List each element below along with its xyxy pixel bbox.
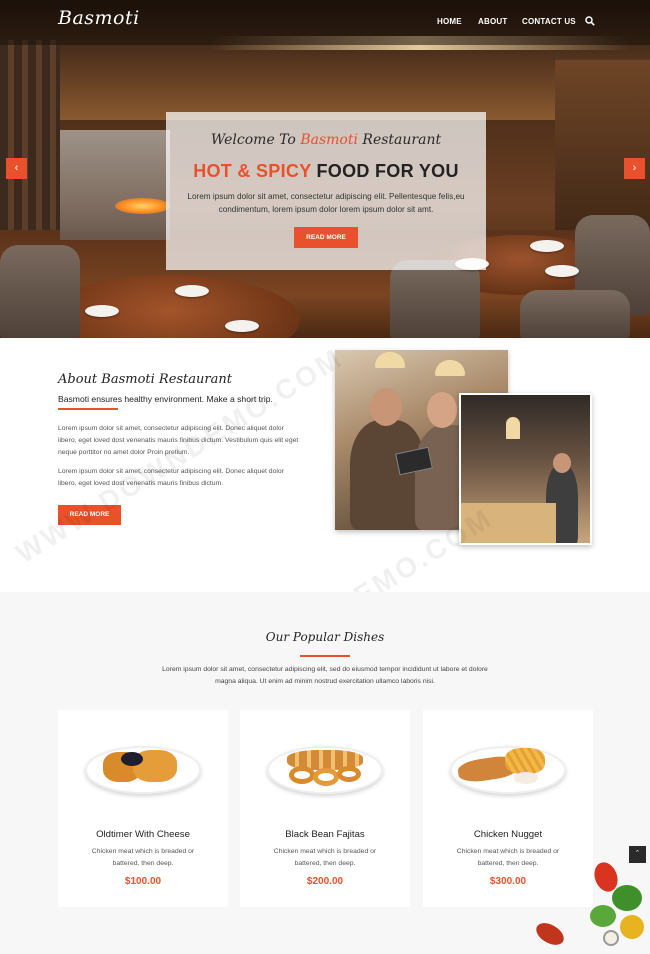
sauce-shape (121, 752, 143, 766)
dishes-heading: Our Popular Dishes (265, 630, 385, 644)
hero-image-plate (175, 285, 209, 297)
hero-image-chair (520, 290, 630, 338)
dish-price: $100.00 (124, 876, 162, 887)
about-paragraph: Lorem ipsum dolor sit amet, consectetur … (58, 468, 284, 487)
hero-read-more-button[interactable]: READ MORE (294, 227, 358, 248)
lamp-shape (435, 360, 465, 376)
person-shape (350, 420, 425, 530)
dish-price: $300.00 (489, 876, 527, 887)
hero-image-kitchen (60, 130, 170, 240)
hero-welcome-text: Welcome To Basmoti Restaurant (166, 132, 486, 148)
top-navbar: Basmoti HOME ABOUT CONTACT US (0, 0, 650, 45)
lamp-shape (506, 417, 520, 439)
hero-title: HOT & SPICY FOOD FOR YOU (166, 161, 486, 182)
sauce-shape (514, 772, 538, 784)
hero-image-chair (0, 245, 80, 338)
slider-prev-button[interactable]: ‹ (6, 158, 27, 179)
about-subheading: Basmoti ensures healthy environment. Mak… (58, 394, 273, 404)
hero-title-accent: HOT & SPICY (193, 161, 312, 181)
hero-description: Lorem ipsum dolor sit amet, consectetur … (187, 192, 465, 214)
pepper-decoration (620, 915, 644, 939)
hero-welcome-brand: Basmoti (300, 132, 358, 148)
onion-ring-shape (313, 768, 339, 786)
hero-welcome-prefix: Welcome To (210, 132, 301, 148)
dish-description: Chicken meat which is breaded or battere… (456, 848, 560, 867)
back-to-top-button[interactable]: ˆ (629, 846, 646, 863)
about-photo-cafe (459, 393, 592, 545)
dish-card[interactable]: Chicken Nugget Chicken meat which is bre… (423, 710, 593, 907)
garlic-decoration (603, 930, 619, 946)
fries-shape (505, 748, 545, 774)
about-paragraph: Lorem ipsum dolor sit amet, consectetur … (58, 425, 299, 456)
lamp-shape (375, 352, 405, 368)
herb-decoration (612, 885, 642, 911)
dish-price: $200.00 (306, 876, 344, 887)
dishes-intro: Lorem ipsum dolor sit amet, consectetur … (162, 666, 488, 685)
dishes-divider (300, 655, 350, 657)
dish-image (267, 746, 383, 794)
head-shape (553, 453, 571, 473)
dish-name: Oldtimer With Cheese (96, 829, 190, 840)
nav-about-link[interactable]: ABOUT (478, 17, 507, 26)
dish-description: Chicken meat which is breaded or battere… (273, 848, 377, 867)
chevron-left-icon: ‹ (14, 162, 19, 174)
site-logo[interactable]: Basmoti (58, 7, 140, 29)
about-read-more-button[interactable]: READ MORE (58, 505, 121, 525)
chevron-right-icon: › (632, 162, 637, 174)
onion-ring-shape (337, 766, 361, 782)
nav-home-link[interactable]: HOME (437, 17, 462, 26)
herb-decoration (590, 905, 616, 927)
onion-ring-shape (289, 766, 315, 784)
hero-image-chair (390, 260, 480, 338)
dish-name: Chicken Nugget (473, 829, 543, 840)
hero-image-plate (225, 320, 259, 332)
dish-card[interactable]: Black Bean Fajitas Chicken meat which is… (240, 710, 410, 907)
head-shape (427, 392, 457, 428)
dish-description: Chicken meat which is breaded or battere… (91, 848, 195, 867)
nav-contact-link[interactable]: CONTACT US (522, 17, 576, 26)
head-shape (370, 388, 402, 426)
hero-caption-box: Welcome To Basmoti Restaurant HOT & SPIC… (166, 112, 486, 270)
search-icon[interactable] (585, 16, 595, 26)
hero-image-fire (115, 198, 170, 214)
hero-welcome-suffix: Restaurant (357, 132, 442, 148)
about-divider (58, 408, 118, 410)
counter-shape (461, 503, 556, 543)
dish-name: Black Bean Fajitas (285, 829, 365, 840)
dish-image (450, 746, 566, 794)
slider-next-button[interactable]: › (624, 158, 645, 179)
hero-title-rest: FOOD FOR YOU (311, 161, 459, 181)
hero-image-plate (530, 240, 564, 252)
dish-card[interactable]: Oldtimer With Cheese Chicken meat which … (58, 710, 228, 907)
about-heading: About Basmoti Restaurant (58, 372, 232, 387)
hero-image-plate (85, 305, 119, 317)
dish-image (85, 746, 201, 794)
chevron-up-icon: ˆ (636, 849, 639, 859)
hero-image-plate (545, 265, 579, 277)
